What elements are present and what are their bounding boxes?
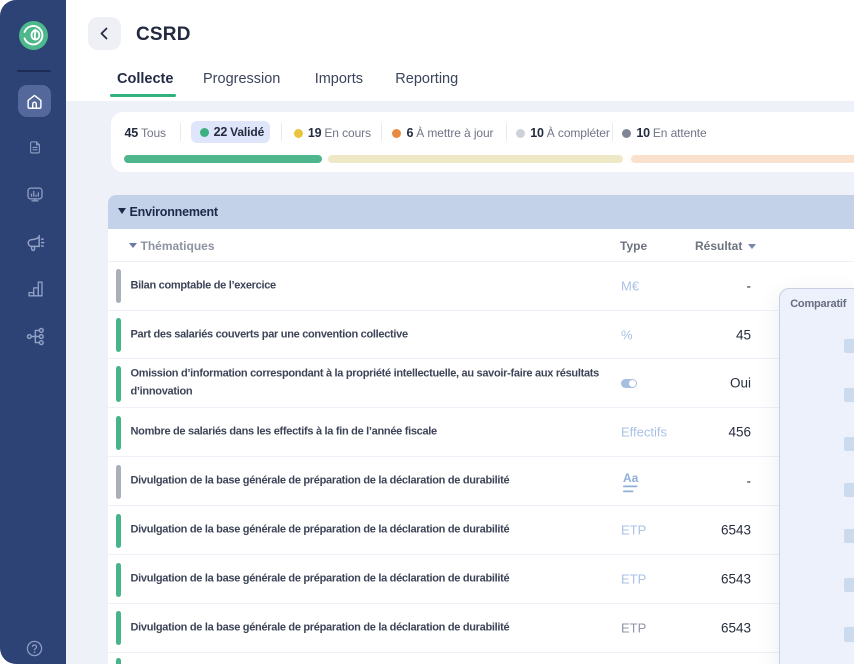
svg-text:Aa: Aa <box>623 472 639 485</box>
